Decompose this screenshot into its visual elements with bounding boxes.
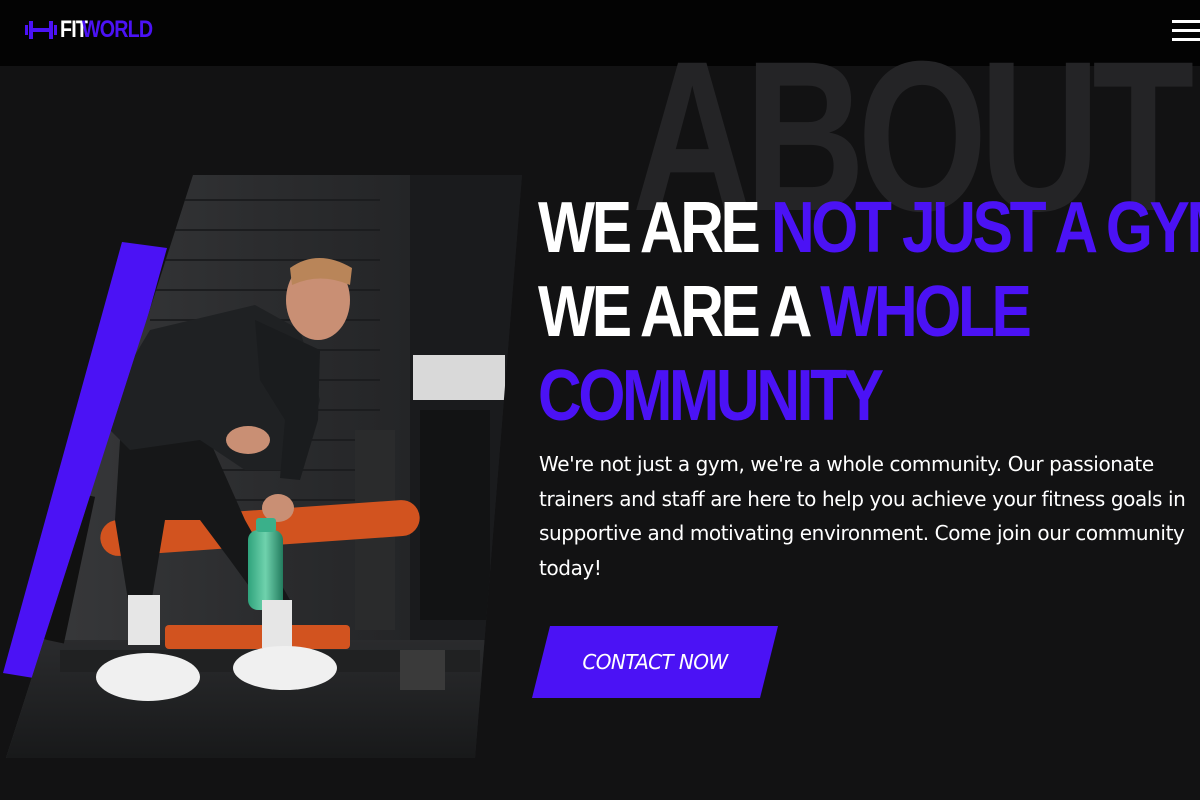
headline-line-1: WE ARE NOT JUST A GYM, bbox=[538, 186, 1200, 270]
section-headline: WE ARE NOT JUST A GYM, WE ARE A WHOLE CO… bbox=[538, 186, 1200, 438]
description-line: trainers and staff are here to help you … bbox=[539, 486, 1186, 511]
headline-line-1-accent: NOT JUST A GYM bbox=[770, 188, 1200, 268]
description-line: supportive and motivating environment. C… bbox=[539, 521, 1185, 545]
description-line: today! bbox=[539, 555, 602, 580]
page: FIT WORLD ABOUT WE ARE NOT JUST A GYM WE… bbox=[0, 0, 1200, 800]
contact-now-button[interactable]: CONTACT NOW bbox=[532, 626, 778, 698]
contact-now-label: CONTACT NOW bbox=[582, 650, 728, 674]
description-line: We're not just a gym, we're a whole comm… bbox=[539, 452, 1154, 476]
headline-line-1-white: WE ARE bbox=[538, 188, 771, 268]
headline-line-2-white: WE ARE A bbox=[538, 272, 821, 352]
headline-line-2-accent: WHOLE bbox=[820, 272, 1032, 352]
headline-line-2: WE ARE A WHOLE bbox=[538, 270, 1126, 354]
section-description: We're not just a gym, we're a whole comm… bbox=[539, 447, 1200, 585]
headline-line-3: COMMUNITY bbox=[538, 356, 884, 436]
